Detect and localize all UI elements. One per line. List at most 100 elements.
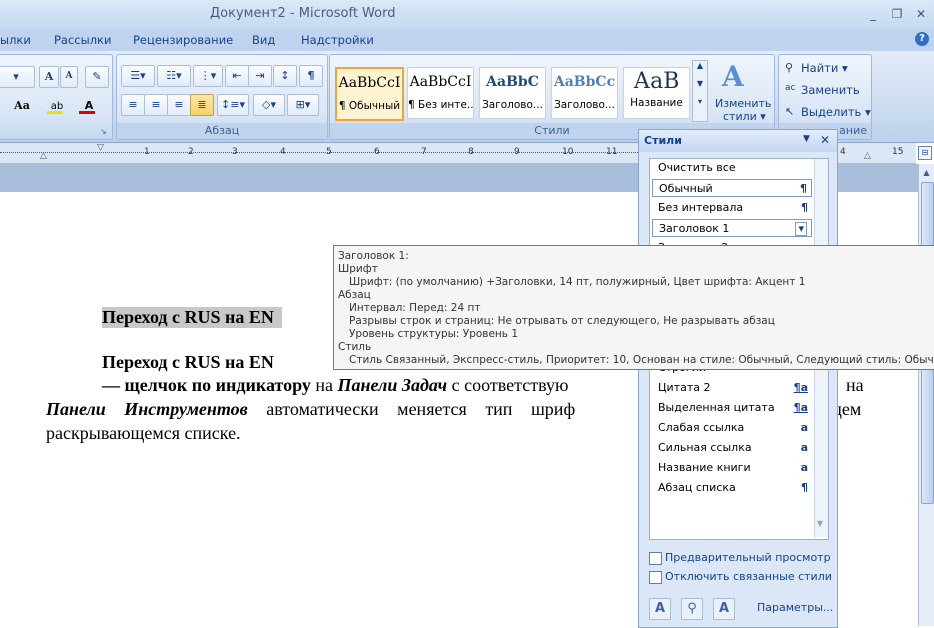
style-heading1[interactable]: AaBbC Заголово... [479,67,546,119]
shrink-font-button[interactable]: A [60,66,78,88]
paragraph-icon: ¶ [801,201,808,214]
tooltip-line: Уровень структуры: Уровень 1 [349,328,519,340]
shading-button[interactable]: ◇▾ [253,94,285,116]
align-right-button[interactable]: ≡ [167,94,191,116]
preview-checkbox[interactable] [649,552,662,565]
font-color-button[interactable]: A [75,95,103,117]
multilevel-list-button[interactable]: ⋮▾ [193,65,223,87]
paragraph-group-label: Абзац [117,123,327,139]
align-center-button[interactable]: ≡ [144,94,168,116]
style-heading2[interactable]: AaBbCc Заголово... [551,67,618,119]
bullets-button[interactable]: ☰▾ [121,65,155,87]
find-button[interactable]: Найти ▾ [801,61,848,75]
first-line-indent-marker[interactable]: ▽ [97,143,104,153]
change-case-button[interactable]: Aa [7,95,37,117]
tooltip-line: Стиль Связанный, Экспресс-стиль, Приорит… [349,354,934,366]
style-item-normal[interactable]: Обычный ¶ [652,179,812,197]
line-spacing-button[interactable]: ↕≡▾ [217,94,249,116]
style-item-label: Заголовок 1 [659,222,730,235]
tab-links[interactable]: ылки [0,33,31,47]
justify-button[interactable]: ≣ [190,94,214,116]
style-item-label: Обычный [659,182,713,195]
replace-button[interactable]: Заменить [801,83,860,97]
style-item-book-title[interactable]: Название книги a [652,459,812,477]
style-title[interactable]: АаВ Название [623,67,690,119]
increase-indent-button[interactable]: ⇥ [248,65,272,87]
heading-selected[interactable]: Переход с RUS на EN [102,307,282,328]
pane-close-icon[interactable]: ✕ [820,133,830,147]
change-styles-line1[interactable]: Изменить [715,97,771,110]
borders-button[interactable]: ⊞▾ [287,94,319,116]
tooltip-line: Заголовок 1: [338,250,409,262]
grow-font-button[interactable]: A [39,66,59,88]
plain-text: автоматически меняется тип шриф [247,399,576,419]
select-button[interactable]: Выделить ▾ [801,105,871,119]
scroll-up-icon[interactable]: ▲ [921,168,932,178]
paragraph-line-1[interactable]: — щелчок по индикатору на Панели Задач с… [102,375,568,396]
close-button[interactable]: ✕ [910,5,932,23]
disable-linked-label[interactable]: Отключить связанные стили [665,570,832,583]
ribbon-tabs: ылки Рассылки Рецензирование Вид Надстро… [0,29,934,51]
show-marks-button[interactable]: ¶ [299,65,323,87]
tab-addins[interactable]: Надстройки [301,33,374,47]
title-bar: Документ2 - Microsoft Word _ ❐ ✕ [0,0,934,29]
preview-label[interactable]: Предварительный просмотр [665,551,831,564]
decrease-indent-button[interactable]: ⇤ [225,65,249,87]
style-item-clear-all[interactable]: Очистить все [652,159,812,177]
style-item-intense-quote[interactable]: Выделенная цитата ¶a [652,399,812,417]
style-no-spacing[interactable]: AaBbCcI ¶ Без инте... [407,67,474,119]
font-size-select[interactable]: ▾ [0,66,35,88]
view-ruler-icon[interactable]: ⊟ [918,146,932,160]
style-normal[interactable]: AaBbCcI ¶ Обычный [335,67,404,121]
highlight-color-button[interactable]: ab [43,95,71,117]
align-left-button[interactable]: ≡ [121,94,145,116]
style-inspector-icon[interactable]: ⚲ [681,598,703,620]
pane-menu-icon[interactable]: ▼ [803,134,810,144]
style-item-no-spacing[interactable]: Без интервала ¶ [652,199,812,217]
heading-plain[interactable]: Переход с RUS на EN [102,352,274,373]
style-item-label: Цитата 2 [658,381,711,394]
style-item-heading1[interactable]: Заголовок 1 ▾ [652,219,812,237]
disable-linked-checkbox[interactable] [649,571,662,584]
help-icon[interactable]: ? [915,32,929,46]
style-item-label: Выделенная цитата [658,401,775,414]
ruler-number: 4 [840,147,846,157]
options-link[interactable]: Параметры... [757,601,833,614]
left-indent-marker[interactable]: △ [40,151,47,161]
numbering-button[interactable]: ☷▾ [157,65,191,87]
paragraph-line-3[interactable]: раскрывающемся списке. [46,423,241,444]
paragraph-icon: ¶ [800,182,807,195]
plain-text: на [310,375,338,395]
style-title-name: Название [630,97,683,109]
gallery-scroll[interactable]: ▲ ▼ ▾ [692,60,708,122]
tab-review[interactable]: Рецензирование [133,33,233,47]
manage-styles-icon[interactable]: A [713,598,735,620]
ruler-number: 10 [562,147,574,157]
dialog-launcher-icon[interactable]: ↘ [100,127,107,136]
style-item-label: Очистить все [658,161,736,174]
minimize-button[interactable]: _ [862,5,884,23]
line-end-text: на [846,375,864,395]
linked-style-icon: ¶a [793,401,808,414]
sort-button[interactable]: ↕ [273,65,297,87]
style-item-intense-reference[interactable]: Сильная ссылка a [652,439,812,457]
bold-italic-text: Панели Задач [337,375,448,395]
cursor-icon: ↖ [785,105,795,118]
change-styles-line2[interactable]: стили ▾ [723,110,766,123]
style-tooltip: Заголовок 1: Шрифт Шрифт: (по умолчанию)… [333,245,934,370]
styles-pane-header: Стили ▼ ✕ [639,130,837,152]
right-indent-marker[interactable]: △ [864,151,871,161]
new-style-icon[interactable]: A [649,598,671,620]
style-item-quote2[interactable]: Цитата 2 ¶a [652,379,812,397]
scroll-down-icon[interactable]: ▼ [817,519,823,528]
style-item-list-paragraph[interactable]: Абзац списка ¶ [652,479,812,497]
tab-view[interactable]: Вид [252,33,275,47]
paragraph-line-2[interactable]: Панели Инструментов автоматически меняет… [46,399,575,420]
vertical-scrollbar[interactable]: ▲ [918,164,934,626]
tab-mailings[interactable]: Рассылки [54,33,111,47]
restore-button[interactable]: ❐ [886,5,908,23]
dropdown-icon[interactable]: ▾ [795,222,807,236]
clear-format-icon[interactable]: ✎ [85,66,109,88]
style-item-subtle-reference[interactable]: Слабая ссылка a [652,419,812,437]
style-item-label: Абзац списка [658,481,736,494]
